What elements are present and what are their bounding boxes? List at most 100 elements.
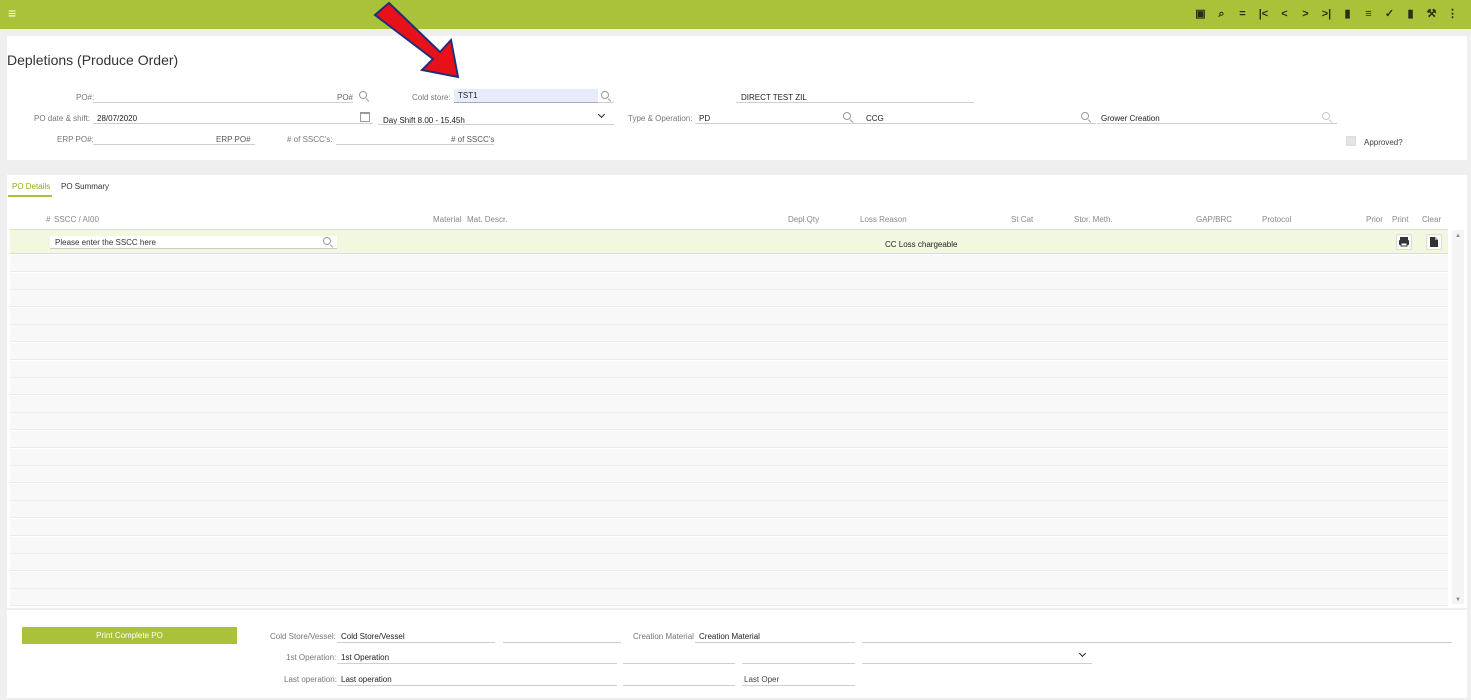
first-operation-extra <box>623 652 735 664</box>
po-input[interactable] <box>93 91 353 103</box>
column-header-sscc: SSCC / AI00 <box>54 215 99 224</box>
operation-select[interactable] <box>862 652 1092 664</box>
po-label: PO#: <box>76 93 95 102</box>
po-search-label: PO# <box>337 93 354 102</box>
table-row[interactable] <box>10 272 1448 290</box>
scroll-down-icon[interactable]: ▼ <box>1452 595 1464 605</box>
active-tab-indicator <box>8 195 52 197</box>
cold-store-search-icon[interactable] <box>601 91 611 101</box>
type-input[interactable] <box>695 112 862 124</box>
type-search-icon[interactable] <box>843 112 853 122</box>
minus-icon[interactable]: = <box>1232 5 1253 23</box>
trash-icon[interactable]: ▮ <box>1400 5 1421 23</box>
erp-po-right-label: ERP PO# <box>216 135 251 144</box>
check-icon[interactable]: ✓ <box>1379 5 1400 23</box>
approved-label: Approved? <box>1364 138 1403 147</box>
column-header-clear: Clear <box>1422 215 1442 224</box>
cold-store-description-underline <box>736 91 974 103</box>
column-header-loss-reason: Loss Reason <box>860 215 907 224</box>
table-row[interactable] <box>10 519 1448 536</box>
column-header-depl-qty: Depl.Qty <box>788 215 820 224</box>
grid-scrollbar[interactable] <box>1452 230 1464 604</box>
cold-store-value: TST1 <box>458 91 478 100</box>
loss-reason-value: CC Loss chargeable <box>885 240 958 249</box>
hamburger-menu-icon[interactable]: ≡ <box>8 6 22 20</box>
table-row[interactable] <box>10 290 1448 308</box>
calendar-icon[interactable]: ▣ <box>1190 5 1211 23</box>
sscc-search-icon[interactable] <box>323 237 333 247</box>
approved-checkbox[interactable] <box>1346 136 1356 146</box>
po-search-icon[interactable] <box>359 91 369 101</box>
operation-chevron-down-icon[interactable] <box>1079 651 1087 659</box>
column-header-protocol: Protocol <box>1262 215 1292 224</box>
cold-store-vessel-label: Cold Store/Vessel: <box>270 632 336 641</box>
more-icon[interactable]: ⋮ <box>1442 5 1463 23</box>
sscc-count-label: # of SSCC's: <box>287 135 333 144</box>
cold-store-vessel-extra <box>503 631 621 643</box>
tab-po-details[interactable]: PO Details <box>12 182 50 191</box>
table-row[interactable] <box>10 589 1448 607</box>
operation-input[interactable] <box>862 112 1096 124</box>
toolbar: ▣ ⌕ = |< < > >| ▮ ≡ ✓ ▮ ⚒ ⋮ <box>1190 5 1463 23</box>
calendar-icon[interactable] <box>360 112 370 122</box>
search-icon[interactable]: ⌕ <box>1211 5 1232 23</box>
next-record-icon[interactable]: > <box>1295 5 1316 23</box>
first-record-icon[interactable]: |< <box>1253 5 1274 23</box>
table-row[interactable] <box>10 536 1448 554</box>
table-row[interactable] <box>10 501 1448 519</box>
column-header-print: Print <box>1392 215 1409 224</box>
shift-chevron-down-icon[interactable] <box>598 112 606 120</box>
page-title: Depletions (Produce Order) <box>7 52 179 68</box>
table-row[interactable] <box>10 483 1448 501</box>
last-record-icon[interactable]: >| <box>1316 5 1337 23</box>
table-row[interactable] <box>10 255 1448 272</box>
type-operation-label: Type & Operation: <box>628 114 693 123</box>
table-row[interactable] <box>10 395 1448 413</box>
first-operation-input[interactable] <box>337 652 617 664</box>
table-row[interactable] <box>10 307 1448 325</box>
creation-material-description <box>862 631 1452 643</box>
operation-description-underline <box>1097 112 1337 124</box>
table-row[interactable] <box>10 466 1448 484</box>
operation-search-icon[interactable] <box>1081 112 1091 122</box>
table-row[interactable] <box>10 413 1448 431</box>
last-operation-extra <box>623 674 735 686</box>
column-header-material: Material <box>433 215 462 224</box>
top-bar: ≡ ▣ ⌕ = |< < > >| ▮ ≡ ✓ ▮ ⚒ ⋮ <box>0 0 1471 29</box>
cold-store-vessel-input[interactable] <box>337 631 495 643</box>
previous-record-icon[interactable]: < <box>1274 5 1295 23</box>
shift-select[interactable] <box>378 113 614 125</box>
cold-store-input[interactable]: TST1 <box>454 89 598 103</box>
table-row[interactable] <box>10 343 1448 360</box>
table-row[interactable] <box>10 571 1448 589</box>
print-complete-po-button[interactable]: Print Complete PO <box>22 627 237 644</box>
table-row[interactable] <box>10 431 1448 448</box>
print-row-button[interactable] <box>1396 234 1412 250</box>
column-header-gap-brc: GAP/BRC <box>1196 215 1233 224</box>
po-date-input[interactable] <box>93 112 373 124</box>
document-icon <box>1430 237 1438 247</box>
clear-row-button[interactable] <box>1426 234 1442 250</box>
sscc-count-right-label: # of SSCC's <box>451 135 495 144</box>
sscc-input[interactable] <box>50 236 310 248</box>
column-header-number: # <box>46 215 51 224</box>
sscc-input-wrapper[interactable] <box>50 236 337 249</box>
table-row[interactable] <box>10 325 1448 343</box>
description-search-icon[interactable] <box>1322 112 1332 122</box>
list-icon[interactable]: ≡ <box>1358 5 1379 23</box>
wrench-icon[interactable]: ⚒ <box>1421 5 1442 23</box>
last-oper-input <box>742 674 855 686</box>
document-icon[interactable]: ▮ <box>1337 5 1358 23</box>
last-operation-input[interactable] <box>337 674 617 686</box>
tab-po-summary[interactable]: PO Summary <box>61 182 109 191</box>
creation-material-input[interactable] <box>695 631 855 643</box>
cold-store-label: Cold store: <box>412 93 451 102</box>
scroll-up-icon[interactable]: ▲ <box>1452 231 1464 241</box>
column-header-mat-descr: Mat. Descr. <box>467 215 508 224</box>
erp-po-label: ERP PO#: <box>57 135 94 144</box>
table-row[interactable] <box>10 360 1448 378</box>
table-row[interactable] <box>10 448 1448 466</box>
table-row[interactable] <box>10 378 1448 396</box>
last-operation-label: Last operation: <box>284 675 337 684</box>
table-row[interactable] <box>10 554 1448 572</box>
